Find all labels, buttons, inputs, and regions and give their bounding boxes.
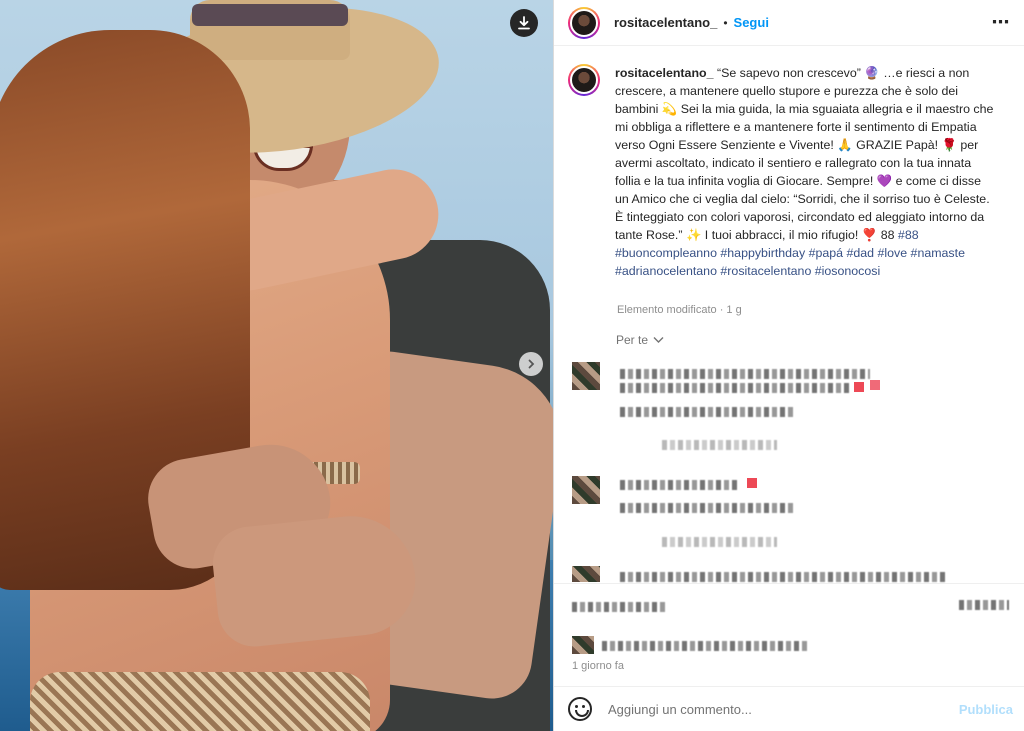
comment-text [620,572,945,582]
comment-avatar[interactable] [572,566,600,582]
avatar[interactable] [568,6,600,39]
post-photo[interactable] [0,0,553,731]
photo-bikini-bottom [30,672,370,731]
comment-meta [620,407,795,417]
chevron-right-icon [528,359,535,369]
avatar-image [570,66,598,94]
edited-label: Elemento modificato · 1 g [617,304,742,316]
post-header: rositacelentano_ • Segui ⋯ [554,0,1024,46]
comment-bar: Pubblica [554,686,1024,731]
emoji-icon[interactable] [568,697,592,721]
likes-text [572,602,667,612]
comment-emoji [870,380,880,390]
view-replies[interactable] [662,537,777,547]
comment-emoji [747,478,757,488]
post-actions-area: 1 giorno fa [554,583,1024,686]
view-replies[interactable] [662,440,777,450]
liker-avatar[interactable] [572,636,594,654]
caption-body: “Se sapevo non crescevo” 🔮 …e riesci a n… [615,66,994,242]
comment-avatar[interactable] [572,362,600,390]
caption-avatar[interactable] [568,64,600,96]
comment-meta [620,503,795,513]
liked-by-text [602,641,807,651]
comment-text [620,383,850,393]
comment-avatar[interactable] [572,476,600,504]
download-icon [518,16,530,30]
avatar-image [570,8,598,37]
header-username[interactable]: rositacelentano_ [614,15,717,30]
follow-button[interactable]: Segui [734,15,769,30]
post-side-panel: rositacelentano_ • Segui ⋯ rositacelenta… [553,0,1024,731]
photo-hat-band [192,4,348,26]
caption-username[interactable]: rositacelentano_ [615,66,713,80]
download-button[interactable] [510,9,538,37]
next-photo-button[interactable] [519,352,543,376]
comments-sort-dropdown[interactable]: Per te [616,333,664,347]
caption-block: rositacelentano_ “Se sapevo non crescevo… [568,64,1014,280]
comment-text [620,369,870,379]
more-icon: ⋯ [991,11,1011,32]
publish-button[interactable]: Pubblica [959,702,1013,717]
comment-input[interactable] [608,701,959,717]
comment-emoji [854,382,864,392]
sort-label: Per te [616,333,649,347]
header-separator: • [723,15,728,30]
more-options-button[interactable]: ⋯ [989,12,1013,32]
comment-text [620,480,740,490]
action-icons[interactable] [959,600,1009,610]
caption-text: rositacelentano_ “Se sapevo non crescevo… [615,64,997,280]
chevron-down-icon [653,337,664,343]
post-timestamp: 1 giorno fa [572,660,624,672]
